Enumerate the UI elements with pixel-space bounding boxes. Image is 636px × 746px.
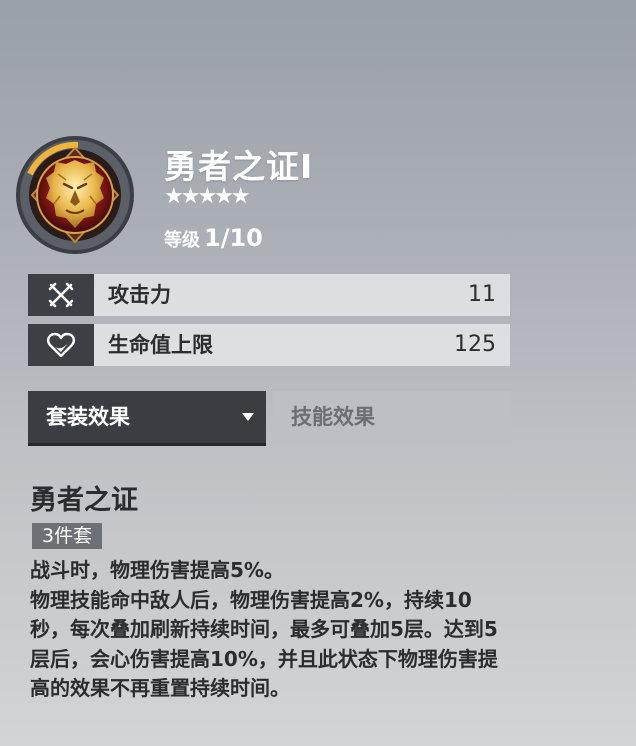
stat-row-max-hp: 生命值上限 125: [28, 324, 510, 366]
stat-value: 11: [468, 282, 496, 307]
stat-row-attack: 攻击力 11: [28, 274, 510, 316]
tab-set-effect[interactable]: 套装效果: [28, 391, 266, 446]
stat-label: 生命值上限: [108, 333, 213, 357]
tab-label: 技能效果: [291, 405, 375, 429]
level-label: 等级: [164, 230, 200, 251]
stat-label: 攻击力: [108, 283, 171, 307]
heart-icon: [28, 324, 94, 366]
item-name: 勇者之证I: [164, 147, 314, 186]
item-level: 等级 1/10: [164, 224, 263, 252]
stat-value: 125: [454, 332, 496, 357]
set-effect-line: 战斗时，物理伤害提高5%。: [30, 558, 284, 582]
set-name: 勇者之证: [30, 485, 138, 516]
set-description: 战斗时，物理伤害提高5%。 物理技能命中敌人后，物理伤害提高2%，持续10秒，每…: [30, 556, 505, 704]
level-value: 1/10: [204, 224, 263, 252]
dropdown-arrow-icon[interactable]: [242, 413, 254, 421]
crossed-swords-icon: [28, 274, 94, 316]
star-rating: ★★★★★: [164, 184, 251, 209]
lion-emblem-icon: [14, 134, 136, 256]
tab-skill-effect[interactable]: 技能效果: [273, 391, 511, 446]
tab-label: 套装效果: [46, 405, 130, 429]
set-effect-line: 物理技能命中敌人后，物理伤害提高2%，持续10秒，每次叠加刷新持续时间，最多可叠…: [30, 587, 498, 701]
set-piece-badge: 3件套: [32, 523, 103, 549]
